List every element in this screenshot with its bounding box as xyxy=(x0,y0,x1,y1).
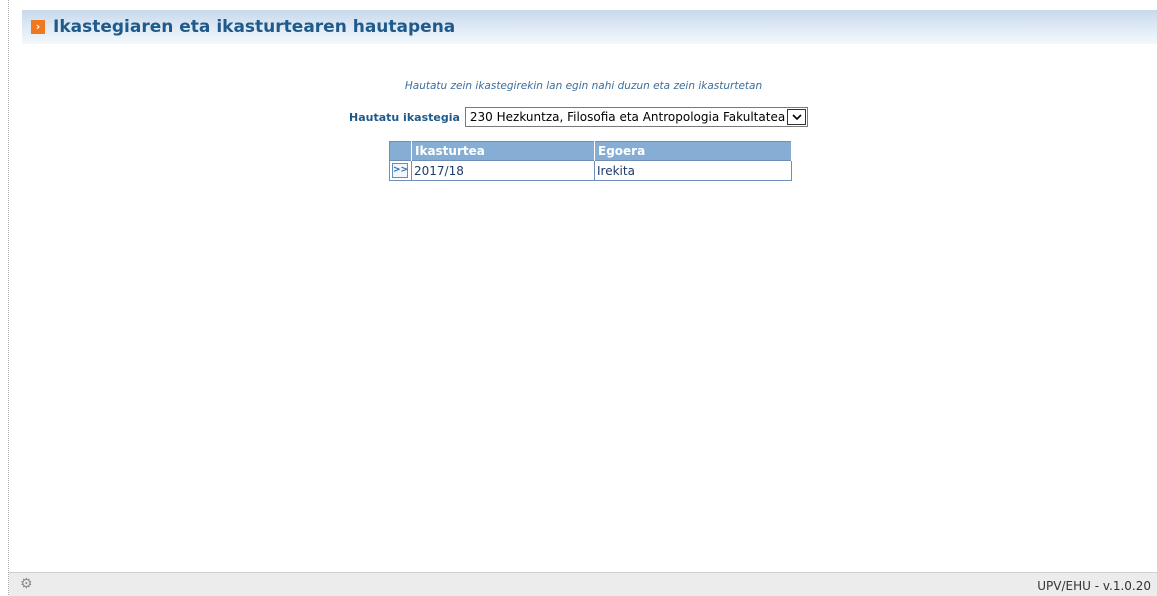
table-row: >> 2017/18 Irekita xyxy=(389,160,792,181)
select-year-button[interactable]: >> xyxy=(392,163,408,178)
table-header-select xyxy=(389,141,412,161)
school-select[interactable]: 230 Hezkuntza, Filosofia eta Antropologi… xyxy=(464,107,809,127)
page-title: Ikastegiaren eta ikasturtearen hautapena xyxy=(53,17,456,37)
footer-bar: ⚙ UPV/EHU - v.1.0.20 xyxy=(9,572,1157,596)
chevron-right-icon: › xyxy=(31,20,45,34)
table-cell-select: >> xyxy=(389,160,412,181)
gear-icon[interactable]: ⚙ xyxy=(20,577,34,591)
academic-year-table: Ikasturtea Egoera >> 2017/18 Irekita xyxy=(389,141,792,181)
school-select-label: Hautatu ikastegia xyxy=(349,110,460,124)
table-header-row: Ikasturtea Egoera xyxy=(389,141,792,161)
table-header-status: Egoera xyxy=(594,141,792,161)
table-header-year: Ikasturtea xyxy=(411,141,595,161)
version-text: UPV/EHU - v.1.0.20 xyxy=(1037,579,1151,593)
table-cell-status: Irekita xyxy=(594,160,792,181)
school-select-value: 230 Hezkuntza, Filosofia eta Antropologi… xyxy=(469,110,786,124)
school-select-row: Hautatu ikastegia 230 Hezkuntza, Filosof… xyxy=(349,107,809,127)
table-cell-year: 2017/18 xyxy=(411,160,595,181)
page-header: › Ikastegiaren eta ikasturtearen hautape… xyxy=(22,10,1157,44)
instruction-text: Hautatu zein ikastegirekin lan egin nahi… xyxy=(404,80,763,92)
chevron-down-icon[interactable] xyxy=(787,109,807,125)
